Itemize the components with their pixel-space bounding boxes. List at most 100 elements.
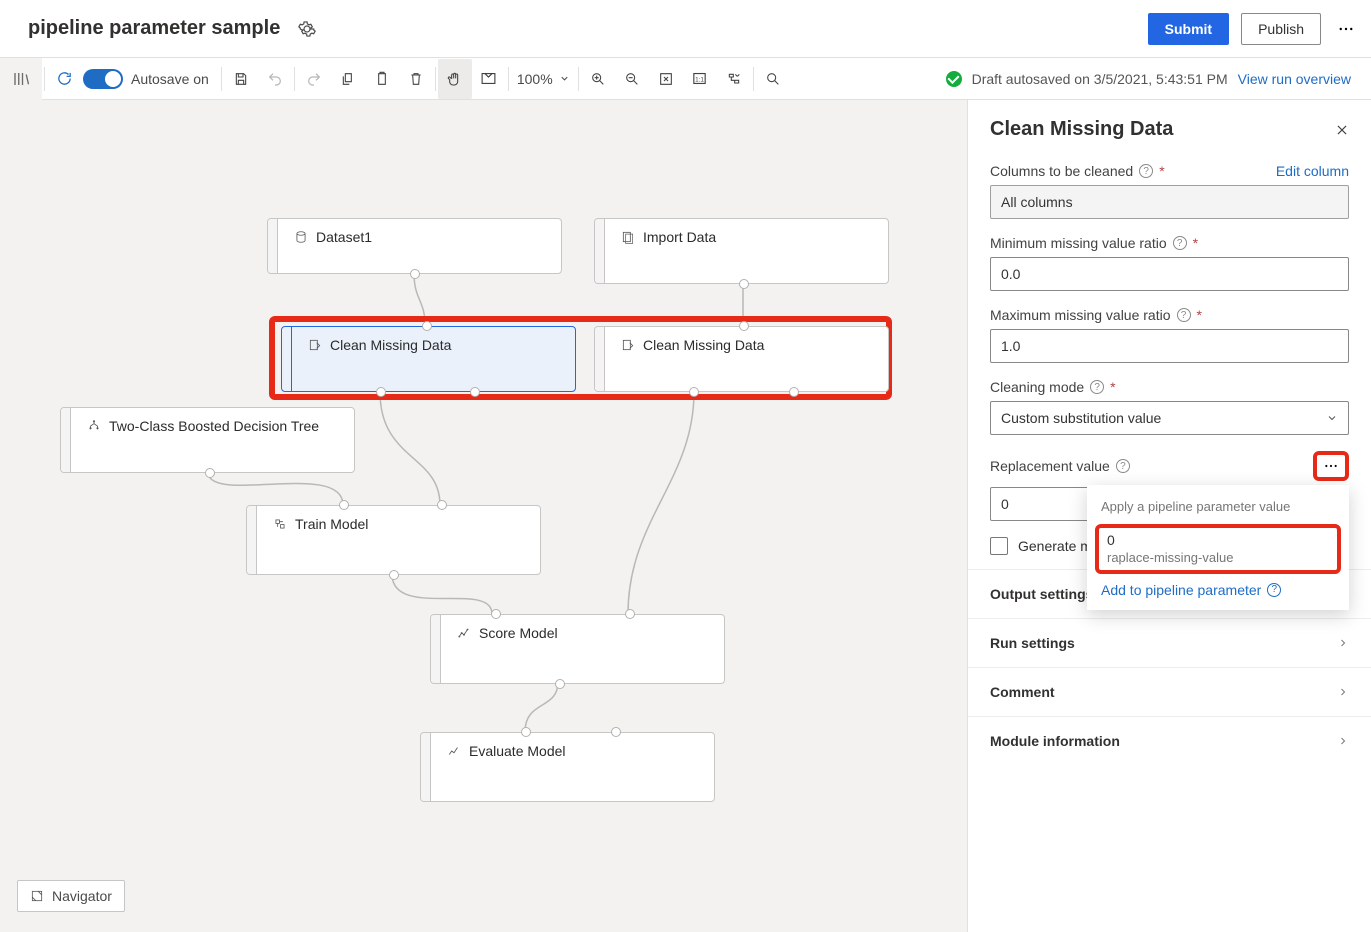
pipeline-parameter-popover: Apply a pipeline parameter value 0 rapla… — [1087, 485, 1349, 610]
auto-layout-icon — [726, 71, 742, 87]
popover-add-param-link[interactable]: Add to pipeline parameter ? — [1087, 576, 1349, 604]
import-data-icon — [621, 230, 635, 244]
node-label: Two-Class Boosted Decision Tree — [109, 418, 319, 434]
evaluate-model-icon — [447, 744, 461, 758]
cleaning-mode-select[interactable]: Custom substitution value — [990, 401, 1349, 435]
generate-missing-checkbox[interactable] — [990, 537, 1008, 555]
cleaning-mode-label: Cleaning mode — [990, 379, 1084, 395]
library-toggle-button[interactable] — [0, 58, 42, 100]
max-ratio-input[interactable] — [990, 329, 1349, 363]
node-dataset1[interactable]: Dataset1 — [267, 218, 562, 274]
min-ratio-label: Minimum missing value ratio — [990, 235, 1167, 251]
panel-close-button[interactable] — [1335, 123, 1349, 137]
undo-icon — [267, 71, 283, 87]
train-model-icon — [273, 517, 287, 531]
required-star: * — [1159, 163, 1164, 179]
node-label: Clean Missing Data — [330, 337, 451, 353]
pipeline-settings-button[interactable] — [298, 20, 316, 38]
pipeline-canvas[interactable]: .e{fill:none;stroke:#b8b8b8;stroke-width… — [0, 100, 967, 932]
save-button[interactable] — [224, 59, 258, 99]
svg-text:1:1: 1:1 — [695, 76, 704, 83]
section-label: Run settings — [990, 635, 1075, 651]
autosave-status-text: Draft autosaved on 3/5/2021, 5:43:51 PM — [972, 71, 1228, 87]
replacement-more-button[interactable] — [1313, 451, 1349, 481]
toolbar: Autosave on 100% 1:1 — [0, 58, 1371, 100]
replacement-label: Replacement value — [990, 458, 1110, 474]
publish-button[interactable]: Publish — [1241, 13, 1321, 45]
info-icon[interactable]: ? — [1139, 164, 1153, 178]
search-button[interactable] — [756, 59, 790, 99]
zoom-out-button[interactable] — [615, 59, 649, 99]
chevron-right-icon — [1337, 686, 1349, 698]
refresh-button[interactable] — [47, 59, 81, 99]
node-label: Evaluate Model — [469, 743, 566, 759]
section-label: Comment — [990, 684, 1055, 700]
min-ratio-input[interactable] — [990, 257, 1349, 291]
copy-button[interactable] — [331, 59, 365, 99]
autosave-label: Autosave on — [131, 71, 209, 87]
popover-option-value: 0 — [1107, 532, 1329, 550]
section-run-settings[interactable]: Run settings — [968, 618, 1371, 667]
navigator-button[interactable]: Navigator — [17, 880, 125, 912]
node-score-model[interactable]: Score Model — [430, 614, 725, 684]
title-more-menu[interactable] — [1337, 20, 1355, 38]
redo-icon — [306, 71, 322, 87]
chevron-right-icon — [1337, 735, 1349, 747]
section-comment[interactable]: Comment — [968, 667, 1371, 716]
info-icon[interactable]: ? — [1267, 583, 1281, 597]
title-bar: pipeline parameter sample Submit Publish — [0, 0, 1371, 58]
paste-icon — [374, 71, 390, 87]
fit-screen-button[interactable] — [472, 59, 506, 99]
auto-layout-button[interactable] — [717, 59, 751, 99]
submit-button[interactable]: Submit — [1148, 13, 1229, 45]
view-run-overview-link[interactable]: View run overview — [1238, 71, 1351, 87]
zoom-fit-button[interactable] — [649, 59, 683, 99]
search-icon — [765, 71, 781, 87]
chevron-right-icon — [1337, 637, 1349, 649]
node-clean-missing-data-2[interactable]: Clean Missing Data — [594, 326, 889, 392]
navigator-label: Navigator — [52, 888, 112, 904]
properties-panel: Clean Missing Data Columns to be cleaned… — [967, 100, 1371, 932]
node-two-class-boosted-decision-tree[interactable]: Two-Class Boosted Decision Tree — [60, 407, 355, 473]
info-icon[interactable]: ? — [1116, 459, 1130, 473]
paste-button[interactable] — [365, 59, 399, 99]
info-icon[interactable]: ? — [1173, 236, 1187, 250]
columns-value-box[interactable]: All columns — [990, 185, 1349, 219]
max-ratio-label: Maximum missing value ratio — [990, 307, 1171, 323]
autosave-toggle[interactable] — [83, 69, 123, 89]
zoom-actual-button[interactable]: 1:1 — [683, 59, 717, 99]
zoom-in-button[interactable] — [581, 59, 615, 99]
close-icon — [1335, 123, 1349, 137]
copy-icon — [340, 71, 356, 87]
zoom-value: 100% — [517, 71, 553, 87]
zoom-select[interactable]: 100% — [511, 71, 576, 87]
algorithm-icon — [87, 419, 101, 433]
node-label: Dataset1 — [316, 229, 372, 245]
node-clean-missing-data-1[interactable]: Clean Missing Data — [281, 326, 576, 392]
pipeline-name: pipeline parameter sample — [28, 17, 280, 40]
node-label: Import Data — [643, 229, 716, 245]
info-icon[interactable]: ? — [1090, 380, 1104, 394]
dataset-icon — [294, 230, 308, 244]
library-icon — [12, 70, 30, 88]
chevron-down-icon — [559, 73, 570, 84]
gear-icon — [298, 20, 316, 38]
section-module-information[interactable]: Module information — [968, 716, 1371, 765]
pan-button[interactable] — [438, 59, 472, 99]
edit-column-link[interactable]: Edit column — [1276, 163, 1349, 179]
node-evaluate-model[interactable]: Evaluate Model — [420, 732, 715, 802]
clean-data-icon — [308, 338, 322, 352]
node-import-data[interactable]: Import Data — [594, 218, 889, 284]
navigator-icon — [30, 889, 44, 903]
redo-button[interactable] — [297, 59, 331, 99]
refresh-icon — [56, 70, 73, 87]
undo-button[interactable] — [258, 59, 292, 99]
info-icon[interactable]: ? — [1177, 308, 1191, 322]
popover-add-label: Add to pipeline parameter — [1101, 582, 1261, 598]
popover-existing-param-option[interactable]: 0 raplace-missing-value — [1095, 524, 1341, 574]
delete-button[interactable] — [399, 59, 433, 99]
zoom-out-icon — [624, 71, 640, 87]
section-label: Output settings — [990, 586, 1093, 602]
zoom-fit-icon — [658, 71, 674, 87]
node-train-model[interactable]: Train Model — [246, 505, 541, 575]
